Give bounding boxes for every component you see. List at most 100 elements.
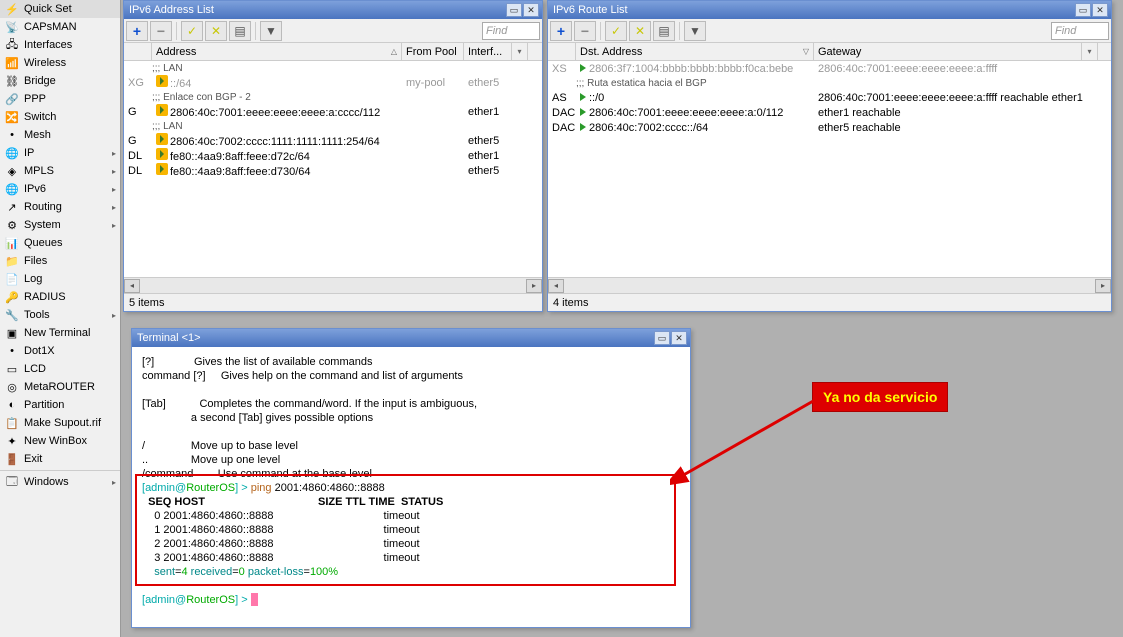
table-row[interactable]: XG::/64my-poolether5 <box>124 75 542 90</box>
sidebar-item-bridge[interactable]: ⛓Bridge <box>0 72 120 90</box>
find-input[interactable]: Find <box>482 22 540 40</box>
close-button[interactable]: ✕ <box>1092 3 1108 17</box>
sidebar-item-mesh[interactable]: •Mesh <box>0 126 120 144</box>
sidebar-item-switch[interactable]: 🔀Switch <box>0 108 120 126</box>
enable-button[interactable]: ✓ <box>605 21 627 41</box>
sidebar-item-files[interactable]: 📁Files <box>0 252 120 270</box>
sidebar-item-log[interactable]: 📄Log <box>0 270 120 288</box>
scrollbar-h[interactable]: ◂ ▸ <box>124 277 542 293</box>
table-row[interactable]: G2806:40c:7001:eeee:eeee:eeee:a:cccc/112… <box>124 104 542 119</box>
window-terminal: Terminal <1> ▭ ✕ [?] Gives the list of a… <box>131 328 691 628</box>
titlebar[interactable]: Terminal <1> ▭ ✕ <box>132 329 690 347</box>
close-button[interactable]: ✕ <box>523 3 539 17</box>
comment-button[interactable]: ▤ <box>229 21 251 41</box>
table-row[interactable]: DAC2806:40c:7002:cccc::/64ether5 reachab… <box>548 120 1111 135</box>
titlebar[interactable]: IPv6 Route List ▭ ✕ <box>548 1 1111 19</box>
minimize-button[interactable]: ▭ <box>1075 3 1091 17</box>
col-dst[interactable]: Dst. Address▽ <box>576 43 814 60</box>
sidebar-item-new-winbox[interactable]: ✦New WinBox <box>0 432 120 450</box>
scrollbar-h[interactable]: ◂ ▸ <box>548 277 1111 293</box>
sidebar-label: Exit <box>24 453 42 465</box>
disable-button[interactable]: ✕ <box>205 21 227 41</box>
sidebar-item-routing[interactable]: ↗Routing▸ <box>0 198 120 216</box>
close-button[interactable]: ✕ <box>671 331 687 345</box>
scroll-right[interactable]: ▸ <box>526 279 542 293</box>
col-address[interactable]: Address△ <box>152 43 402 60</box>
window-title: IPv6 Address List <box>127 4 505 16</box>
sidebar-label: MPLS <box>24 165 54 177</box>
address-icon <box>156 133 168 145</box>
scroll-left[interactable]: ◂ <box>548 279 564 293</box>
annotation-callout: Ya no da servicio <box>812 382 948 412</box>
enable-button[interactable]: ✓ <box>181 21 203 41</box>
table-row[interactable]: G2806:40c:7002:cccc:1111:1111:1111:254/6… <box>124 133 542 148</box>
address-icon <box>156 75 168 87</box>
sidebar-item-ppp[interactable]: 🔗PPP <box>0 90 120 108</box>
scroll-right[interactable]: ▸ <box>1095 279 1111 293</box>
sidebar-item-capsman[interactable]: 📡CAPsMAN <box>0 18 120 36</box>
sidebar-item-tools[interactable]: 🔧Tools▸ <box>0 306 120 324</box>
sidebar-label: Interfaces <box>24 39 72 51</box>
table-row[interactable]: DLfe80::4aa9:8aff:feee:d730/64ether5 <box>124 163 542 178</box>
window-title: Terminal <1> <box>135 332 653 344</box>
sidebar-item-ip[interactable]: 🌐IP▸ <box>0 144 120 162</box>
sidebar-item-new-terminal[interactable]: ▣New Terminal <box>0 324 120 342</box>
sidebar-item-system[interactable]: ⚙System▸ <box>0 216 120 234</box>
table-row[interactable]: AS::/02806:40c:7001:eeee:eeee:eeee:a:fff… <box>548 90 1111 105</box>
window-ipv6-address: IPv6 Address List ▭ ✕ + − ✓ ✕ ▤ ▼ Find A… <box>123 0 543 312</box>
sidebar-item-lcd[interactable]: ▭LCD <box>0 360 120 378</box>
comment-button[interactable]: ▤ <box>653 21 675 41</box>
window-ipv6-route: IPv6 Route List ▭ ✕ + − ✓ ✕ ▤ ▼ Find Dst… <box>547 0 1112 312</box>
col-flags[interactable] <box>548 43 576 60</box>
sidebar-item-partition[interactable]: ◐Partition <box>0 396 120 414</box>
sidebar-item-queues[interactable]: 📊Queues <box>0 234 120 252</box>
sidebar-item-mpls[interactable]: ◈MPLS▸ <box>0 162 120 180</box>
sidebar-item-radius[interactable]: 🔑RADIUS <box>0 288 120 306</box>
remove-button[interactable]: − <box>150 21 172 41</box>
sidebar-item-ipv6[interactable]: 🌐IPv6▸ <box>0 180 120 198</box>
filter-button[interactable]: ▼ <box>260 21 282 41</box>
add-button[interactable]: + <box>126 21 148 41</box>
col-dropdown[interactable]: ▾ <box>512 43 528 60</box>
sidebar-item-exit[interactable]: 🚪Exit <box>0 450 120 468</box>
minimize-button[interactable]: ▭ <box>654 331 670 345</box>
find-input[interactable]: Find <box>1051 22 1109 40</box>
col-frompool[interactable]: From Pool <box>402 43 464 60</box>
col-gateway[interactable]: Gateway <box>814 43 1082 60</box>
table-row[interactable]: XS2806:3f7:1004:bbbb:bbbb:bbbb:f0ca:bebe… <box>548 61 1111 76</box>
add-button[interactable]: + <box>550 21 572 41</box>
grid-body: ;;; LANXG::/64my-poolether5;;; Enlace co… <box>124 61 542 277</box>
remove-button[interactable]: − <box>574 21 596 41</box>
sidebar-item-dot1x[interactable]: •Dot1X <box>0 342 120 360</box>
chevron-right-icon: ▸ <box>112 167 116 176</box>
table-row[interactable]: DAC2806:40c:7001:eeee:eeee:eeee:a:0/112e… <box>548 105 1111 120</box>
col-flags[interactable] <box>124 43 152 60</box>
titlebar[interactable]: IPv6 Address List ▭ ✕ <box>124 1 542 19</box>
sidebar-item-quick-set[interactable]: ⚡Quick Set <box>0 0 120 18</box>
separator <box>600 22 601 40</box>
sidebar-item-windows[interactable]: 🗔 Windows ▸ <box>0 473 120 491</box>
scroll-left[interactable]: ◂ <box>124 279 140 293</box>
table-row[interactable]: DLfe80::4aa9:8aff:feee:d72c/64ether1 <box>124 148 542 163</box>
grid-body: XS2806:3f7:1004:bbbb:bbbb:bbbb:f0ca:bebe… <box>548 61 1111 277</box>
filter-button[interactable]: ▼ <box>684 21 706 41</box>
sidebar-label: Make Supout.rif <box>24 417 101 429</box>
sidebar-item-wireless[interactable]: 📶Wireless <box>0 54 120 72</box>
chevron-right-icon: ▸ <box>112 149 116 158</box>
sidebar-item-interfaces[interactable]: 🖧Interfaces <box>0 36 120 54</box>
sidebar-label: IP <box>24 147 34 159</box>
sidebar-item-metarouter[interactable]: ◎MetaROUTER <box>0 378 120 396</box>
sidebar-item-make-supout-rif[interactable]: 📋Make Supout.rif <box>0 414 120 432</box>
disable-button[interactable]: ✕ <box>629 21 651 41</box>
chevron-right-icon: ▸ <box>112 221 116 230</box>
col-dropdown[interactable]: ▾ <box>1082 43 1098 60</box>
sidebar-label: MetaROUTER <box>24 381 95 393</box>
minimize-button[interactable]: ▭ <box>506 3 522 17</box>
menu-icon: 🔀 <box>4 109 20 125</box>
terminal-output[interactable]: [?] Gives the list of available commands… <box>132 347 690 627</box>
sidebar-label: Dot1X <box>24 345 55 357</box>
status-bar: 4 items <box>548 293 1111 311</box>
sidebar-label: RADIUS <box>24 291 66 303</box>
sidebar: ⚡Quick Set📡CAPsMAN🖧Interfaces📶Wireless⛓B… <box>0 0 121 637</box>
col-interface[interactable]: Interf... <box>464 43 512 60</box>
